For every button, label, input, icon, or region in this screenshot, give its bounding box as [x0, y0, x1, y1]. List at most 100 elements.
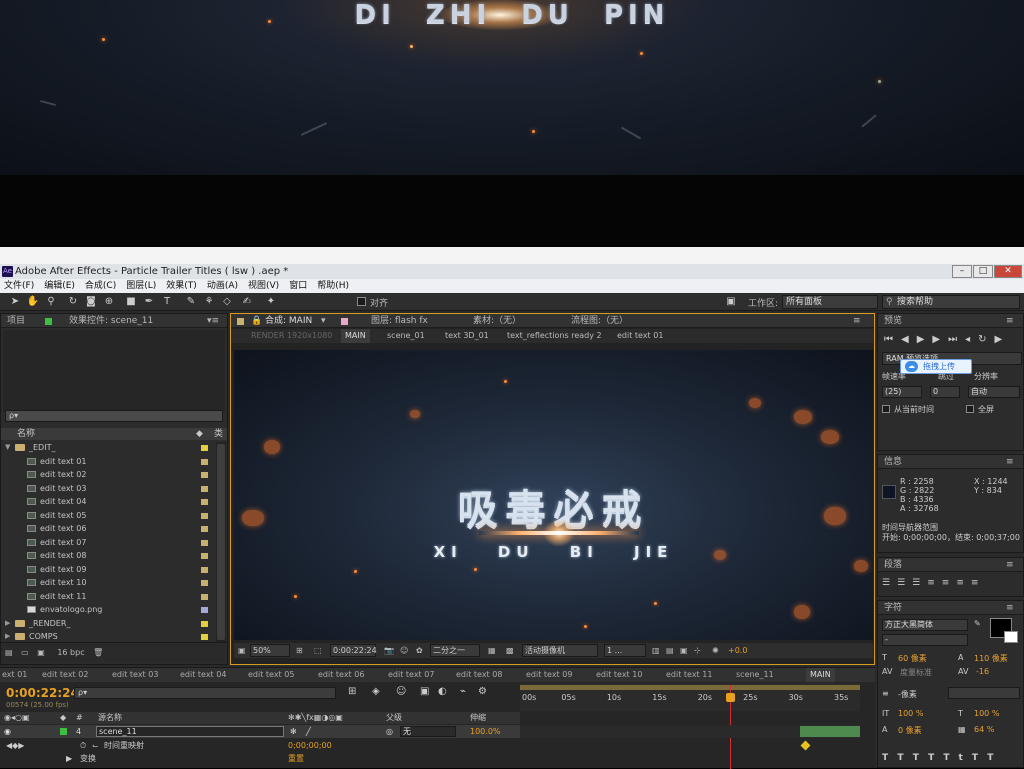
- safe-areas-icon[interactable]: ⊞: [296, 643, 303, 658]
- last-frame-icon[interactable]: ⏭: [948, 334, 965, 345]
- stopwatch-icon[interactable]: ⏱: [80, 739, 86, 752]
- snapshot-icon[interactable]: 📷: [384, 643, 394, 658]
- leading-value[interactable]: 110 像素: [974, 653, 1008, 664]
- justify-center-icon[interactable]: ≡: [942, 578, 957, 588]
- clone-stamp-tool-icon[interactable]: ⚘: [202, 295, 216, 309]
- rectangle-tool-icon[interactable]: ■: [124, 295, 138, 309]
- fast-previews-icon[interactable]: ▤: [666, 643, 674, 658]
- panel-menu-icon[interactable]: ▾≡: [207, 314, 219, 328]
- column-parent[interactable]: 父级: [386, 712, 402, 724]
- interpret-footage-icon[interactable]: ▤: [5, 648, 13, 657]
- resolution-select[interactable]: 自动: [968, 386, 1020, 398]
- always-preview-icon[interactable]: ▣: [238, 643, 246, 658]
- workspace-icon[interactable]: ▣: [724, 295, 738, 309]
- exposure-value[interactable]: +0.0: [728, 643, 747, 658]
- label-color-swatch[interactable]: [201, 458, 208, 465]
- font-family-select[interactable]: 方正大黑简体: [882, 619, 968, 631]
- help-search-input[interactable]: ⚲ 搜索帮助: [882, 295, 1020, 309]
- minimize-button[interactable]: –: [952, 265, 972, 278]
- label-color-swatch[interactable]: [201, 539, 208, 546]
- comp-dropdown-icon[interactable]: ▾: [321, 314, 326, 328]
- expand-arrow-icon[interactable]: ▶: [66, 752, 72, 765]
- tab-effect-controls[interactable]: 效果控件: scene_11: [69, 314, 153, 328]
- pan-behind-tool-icon[interactable]: ⊕: [102, 295, 116, 309]
- project-item-row[interactable]: edit text 03: [1, 482, 227, 495]
- maximize-button[interactable]: □: [973, 265, 993, 278]
- mask-visibility-icon[interactable]: ⬚: [314, 643, 322, 658]
- skip-select[interactable]: 0: [930, 386, 960, 398]
- all-caps-icon[interactable]: TT: [913, 753, 944, 763]
- workspace-select[interactable]: 所有面板: [782, 295, 878, 309]
- close-button[interactable]: ✕: [994, 265, 1022, 278]
- align-left-icon[interactable]: ☰: [882, 578, 897, 588]
- column-type[interactable]: 类: [214, 428, 223, 440]
- composition-viewer[interactable]: 吸毒必戒 XI DU BI JIE: [234, 350, 873, 640]
- current-time-field[interactable]: 0:00:22:24: [330, 644, 377, 657]
- project-item-row[interactable]: edit text 06: [1, 522, 227, 535]
- timeline-tab[interactable]: edit text 09: [526, 668, 572, 682]
- pixel-aspect-icon[interactable]: ▥: [652, 643, 660, 658]
- work-area-bar[interactable]: [520, 685, 860, 690]
- timeline-tab[interactable]: scene_11: [736, 668, 774, 682]
- resolution-select[interactable]: 二分之一: [430, 644, 480, 657]
- text-tool-icon[interactable]: T: [160, 295, 174, 309]
- label-color-swatch[interactable]: [201, 566, 208, 573]
- tracking-value[interactable]: -16: [976, 667, 989, 676]
- crumb-text-reflections[interactable]: text_reflections ready 2: [507, 329, 602, 343]
- panel-menu-icon[interactable]: ≡: [853, 314, 861, 328]
- column-source-name[interactable]: 源名称: [98, 712, 122, 724]
- align-center-icon[interactable]: ☰: [897, 578, 912, 588]
- layer-stretch-value[interactable]: 100.0%: [470, 725, 501, 738]
- timeline-tab[interactable]: ext 01: [2, 668, 27, 682]
- crumb-edit-text-01[interactable]: edit text 01: [617, 329, 663, 343]
- project-item-row[interactable]: edit text 04: [1, 495, 227, 508]
- menu-animation[interactable]: 动画(A): [207, 279, 238, 293]
- timeline-tab[interactable]: edit text 10: [596, 668, 642, 682]
- small-caps-icon[interactable]: Tt: [943, 753, 971, 763]
- region-of-interest-icon[interactable]: ▦: [488, 643, 496, 658]
- label-color-swatch[interactable]: [201, 620, 208, 627]
- next-frame-icon[interactable]: ▶: [932, 334, 948, 345]
- lock-icon[interactable]: 🔒: [251, 314, 262, 328]
- channel-icon[interactable]: ✿: [416, 643, 423, 658]
- tab-project[interactable]: 项目: [7, 314, 25, 328]
- fullscreen-checkbox[interactable]: [966, 405, 974, 413]
- show-snapshot-icon[interactable]: ☺: [400, 643, 408, 658]
- timeline-current-time[interactable]: 0:00:22:24: [6, 686, 79, 700]
- exposure-icon[interactable]: ✺: [712, 643, 719, 658]
- time-remap-value[interactable]: 0;00;00;00: [288, 739, 332, 752]
- label-color-swatch[interactable]: [201, 445, 208, 451]
- layer-row[interactable]: ◉ 4 scene_11 ✻ ╱ ◎ 无 100.0%: [0, 725, 520, 738]
- kerning-value[interactable]: 度量标准: [900, 667, 932, 678]
- panel-menu-icon[interactable]: ≡: [1006, 601, 1014, 615]
- crumb-scene-01[interactable]: scene_01: [387, 329, 425, 343]
- expand-arrow-down-icon[interactable]: ▼: [5, 441, 10, 454]
- label-color-swatch[interactable]: [201, 593, 208, 600]
- faux-italic-icon[interactable]: T: [897, 753, 912, 763]
- layer-duration-bar[interactable]: [800, 726, 860, 737]
- mute-icon[interactable]: ◂: [965, 334, 978, 345]
- panel-menu-icon[interactable]: ≡: [1006, 455, 1014, 469]
- label-color-swatch[interactable]: [201, 499, 208, 505]
- column-name[interactable]: 名称: [17, 429, 35, 439]
- pen-tool-icon[interactable]: ✒: [142, 295, 156, 309]
- parent-pickwhip-icon[interactable]: ◎: [386, 725, 393, 738]
- menu-window[interactable]: 窗口: [289, 279, 307, 293]
- selection-tool-icon[interactable]: ➤: [8, 295, 22, 309]
- timeline-search-input[interactable]: ρ▾: [74, 687, 336, 699]
- menu-view[interactable]: 视图(V): [248, 279, 279, 293]
- roto-brush-tool-icon[interactable]: ✍: [240, 295, 254, 309]
- prev-frame-icon[interactable]: ◀: [901, 334, 917, 345]
- font-style-select[interactable]: -: [882, 634, 968, 646]
- timeline-tab[interactable]: MAIN: [806, 668, 835, 682]
- label-color-swatch[interactable]: [201, 526, 208, 532]
- faux-bold-icon[interactable]: T: [882, 753, 897, 763]
- first-frame-icon[interactable]: ⏮: [884, 334, 901, 345]
- project-item-row[interactable]: edit text 05: [1, 509, 227, 522]
- keyframe-marker[interactable]: [800, 740, 811, 751]
- frame-rate-select[interactable]: (25): [882, 386, 922, 398]
- label-color-swatch[interactable]: [201, 512, 208, 519]
- project-folder-row[interactable]: ▼ _EDIT_: [1, 441, 227, 454]
- timeline-tab[interactable]: edit text 05: [248, 668, 294, 682]
- rotate-tool-icon[interactable]: ↻: [66, 295, 80, 309]
